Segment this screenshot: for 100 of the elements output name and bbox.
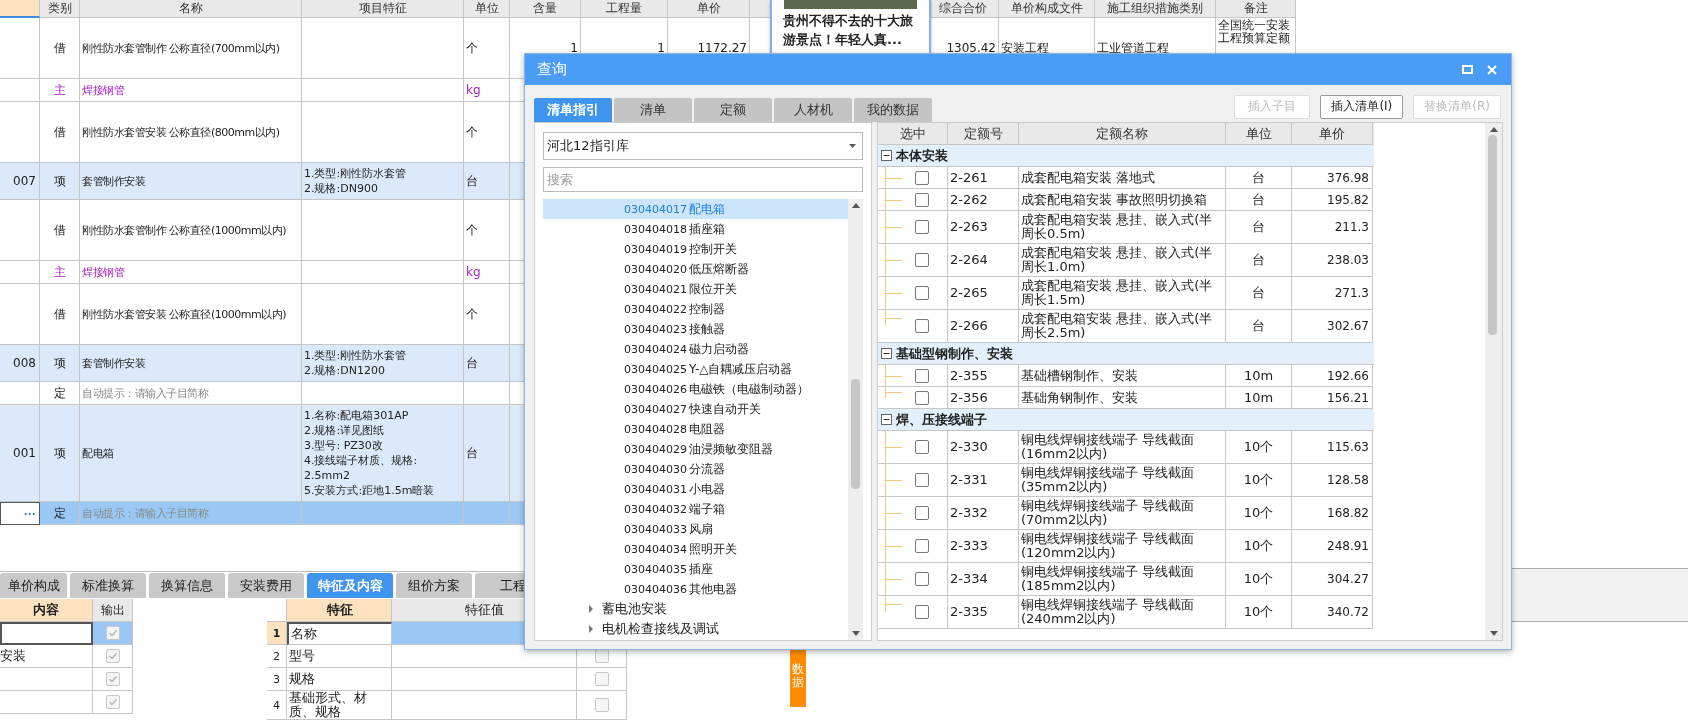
table-row[interactable]: 2-261 成套配电箱安装 落地式 台 376.98 xyxy=(878,167,1374,189)
quota-name: 成套配电箱安装 悬挂、嵌入式(半周长2.5m) xyxy=(1021,312,1214,340)
table-row[interactable]: 2-262 成套配电箱安装 事故照明切换箱 台 195.82 xyxy=(878,189,1374,211)
expand-arrow-icon[interactable] xyxy=(588,605,594,613)
maximize-icon[interactable] xyxy=(1462,65,1473,74)
table-row[interactable]: 3 规格 xyxy=(267,668,627,691)
tree-item[interactable]: 030404033 风扇 xyxy=(543,519,848,539)
price-cell: 271.3 xyxy=(1334,286,1369,300)
unit-cell: 个 xyxy=(466,123,478,141)
scrollbar[interactable] xyxy=(848,199,863,640)
checkbox[interactable] xyxy=(914,390,929,405)
checkbox[interactable] xyxy=(594,698,609,712)
table-row[interactable] xyxy=(0,622,133,645)
price-cell: 302.67 xyxy=(1327,319,1369,333)
tree-item[interactable]: 030404032 端子箱 xyxy=(543,499,848,519)
collapse-icon[interactable] xyxy=(881,150,892,161)
collapse-icon[interactable] xyxy=(881,414,892,425)
more-button[interactable]: ··· xyxy=(24,506,36,521)
tree-item[interactable]: 030404027 快速自动开关 xyxy=(543,399,848,419)
row-number: 2 xyxy=(273,649,280,663)
table-row[interactable]: 2-265 成套配电箱安装 悬挂、嵌入式(半周长1.5m) 台 271.3 xyxy=(878,277,1374,310)
tab[interactable]: 单价构成 xyxy=(0,573,67,598)
table-row[interactable]: 2-330 铜电线焊铜接线端子 导线截面(16mm2以内) 10个 115.63 xyxy=(878,431,1374,464)
quota-code: 2-265 xyxy=(950,286,988,300)
tree-item[interactable]: 030404018 插座箱 xyxy=(543,219,848,239)
checkbox[interactable] xyxy=(914,286,929,300)
tab[interactable]: 换算信息 xyxy=(149,573,225,598)
tree-item[interactable]: 030404029 油浸频敏变阻器 xyxy=(543,439,848,459)
quota-name: 铜电线焊铜接线端子 导线截面(16mm2以内) xyxy=(1021,433,1196,461)
tab[interactable]: 清单 xyxy=(614,98,692,122)
unit-cell: 10个 xyxy=(1243,603,1274,621)
tree-item[interactable]: 030404030 分流器 xyxy=(543,459,848,479)
quota-code: 2-355 xyxy=(950,368,988,383)
checkbox[interactable] xyxy=(914,506,929,520)
tab[interactable]: 标准换算 xyxy=(70,573,146,598)
tree-item[interactable]: 030404019 控制开关 xyxy=(543,239,848,259)
checkbox[interactable] xyxy=(914,440,929,454)
table-row[interactable]: 2-355 基础槽钢制作、安装 10m 192.66 xyxy=(878,365,1374,387)
tree-item[interactable]: 030404028 电阻器 xyxy=(543,419,848,439)
checkbox[interactable] xyxy=(914,539,929,553)
checkbox[interactable] xyxy=(105,626,120,640)
feature-cell: 1.类型:刚性防水套管 2.规格:DN1200 xyxy=(304,348,407,378)
feature-cell: 名称 xyxy=(291,627,317,641)
action-button[interactable]: 插入清单(I) xyxy=(1320,94,1404,119)
scroll-down-icon[interactable] xyxy=(851,631,860,636)
expand-arrow-icon[interactable] xyxy=(588,625,594,633)
library-dropdown[interactable]: 河北12指引库 xyxy=(543,132,863,160)
table-row[interactable]: 2-332 铜电线焊铜接线端子 导线截面(70mm2以内) 10个 168.82 xyxy=(878,497,1374,530)
tree-item[interactable]: 030404025 Y-△自耦减压启动器 xyxy=(543,359,848,379)
cost-file-cell: 安装工程 xyxy=(1001,39,1049,57)
checkbox[interactable] xyxy=(914,368,929,383)
checkbox[interactable] xyxy=(914,473,929,487)
table-row[interactable]: 2-333 铜电线焊铜接线端子 导线截面(120mm2以内) 10个 248.91 xyxy=(878,530,1374,563)
checkbox[interactable] xyxy=(105,649,120,663)
collapse-icon[interactable] xyxy=(881,348,892,359)
quota-code: 2-332 xyxy=(950,506,988,520)
scrollbar-thumb[interactable] xyxy=(1488,135,1497,335)
remarks-cell-text: 全国统一安装工程预算定额 xyxy=(1218,19,1291,45)
checkbox[interactable] xyxy=(594,672,609,686)
search-field[interactable]: 搜索 xyxy=(543,167,863,192)
checkbox[interactable] xyxy=(914,572,929,586)
tree-item[interactable]: 030404020 低压熔断器 xyxy=(543,259,848,279)
tree-item[interactable]: 030404021 限位开关 xyxy=(543,279,848,299)
tab[interactable]: 我的数据 xyxy=(854,98,932,122)
tree-item[interactable]: 030404022 控制器 xyxy=(543,299,848,319)
scroll-up-icon[interactable] xyxy=(851,203,860,208)
table-row[interactable]: 安装 xyxy=(0,645,133,668)
table-row[interactable]: 2-335 铜电线焊铜接线端子 导线截面(240mm2以内) 10个 340.72 xyxy=(878,596,1374,629)
tree-item[interactable]: 030404031 小电器 xyxy=(543,479,848,499)
table-row[interactable]: 2-263 成套配电箱安装 悬挂、嵌入式(半周长0.5m) 台 211.3 xyxy=(878,211,1374,244)
checkbox[interactable] xyxy=(914,170,929,185)
checkbox[interactable] xyxy=(105,672,120,686)
table-row[interactable]: 2-334 铜电线焊铜接线端子 导线截面(185mm2以内) 10个 304.27 xyxy=(878,563,1374,596)
checkbox[interactable] xyxy=(914,253,929,267)
item-code: 008 xyxy=(13,356,36,370)
table-row[interactable]: 2-331 铜电线焊铜接线端子 导线截面(35mm2以内) 10个 128.58 xyxy=(878,464,1374,497)
tree-item[interactable]: 030404024 磁力启动器 xyxy=(543,339,848,359)
unit-cell: 10m xyxy=(1243,368,1274,383)
tree-item[interactable]: 030404023 接触器 xyxy=(543,319,848,339)
checkbox[interactable] xyxy=(914,605,929,619)
scrollbar[interactable] xyxy=(1485,123,1502,640)
tab[interactable]: 安装费用 xyxy=(228,573,304,598)
tab[interactable]: 定额 xyxy=(694,98,772,122)
scroll-down-icon[interactable] xyxy=(1489,631,1498,636)
close-icon[interactable] xyxy=(1487,64,1497,75)
row-number: 4 xyxy=(273,698,280,712)
scrollbar-thumb[interactable] xyxy=(851,379,860,489)
checkbox[interactable] xyxy=(914,319,929,333)
tab[interactable]: 人材机 xyxy=(774,98,852,122)
table-row[interactable]: 2-264 成套配电箱安装 悬挂、嵌入式(半周长1.0m) 台 238.03 xyxy=(878,244,1374,277)
tree-item[interactable]: 030404034 照明开关 xyxy=(543,539,848,559)
tree-item[interactable]: 030404026 电磁铁（电磁制动器） xyxy=(543,379,848,399)
tab[interactable]: 组价方案 xyxy=(396,573,472,598)
unit-cell: 台 xyxy=(1252,190,1265,209)
unit-cell: 台 xyxy=(466,172,478,190)
checkbox[interactable] xyxy=(914,220,929,234)
checkbox[interactable] xyxy=(105,695,120,709)
checkbox[interactable] xyxy=(914,192,929,207)
scroll-up-icon[interactable] xyxy=(1489,127,1498,132)
content-cell: 安装 xyxy=(0,647,26,665)
